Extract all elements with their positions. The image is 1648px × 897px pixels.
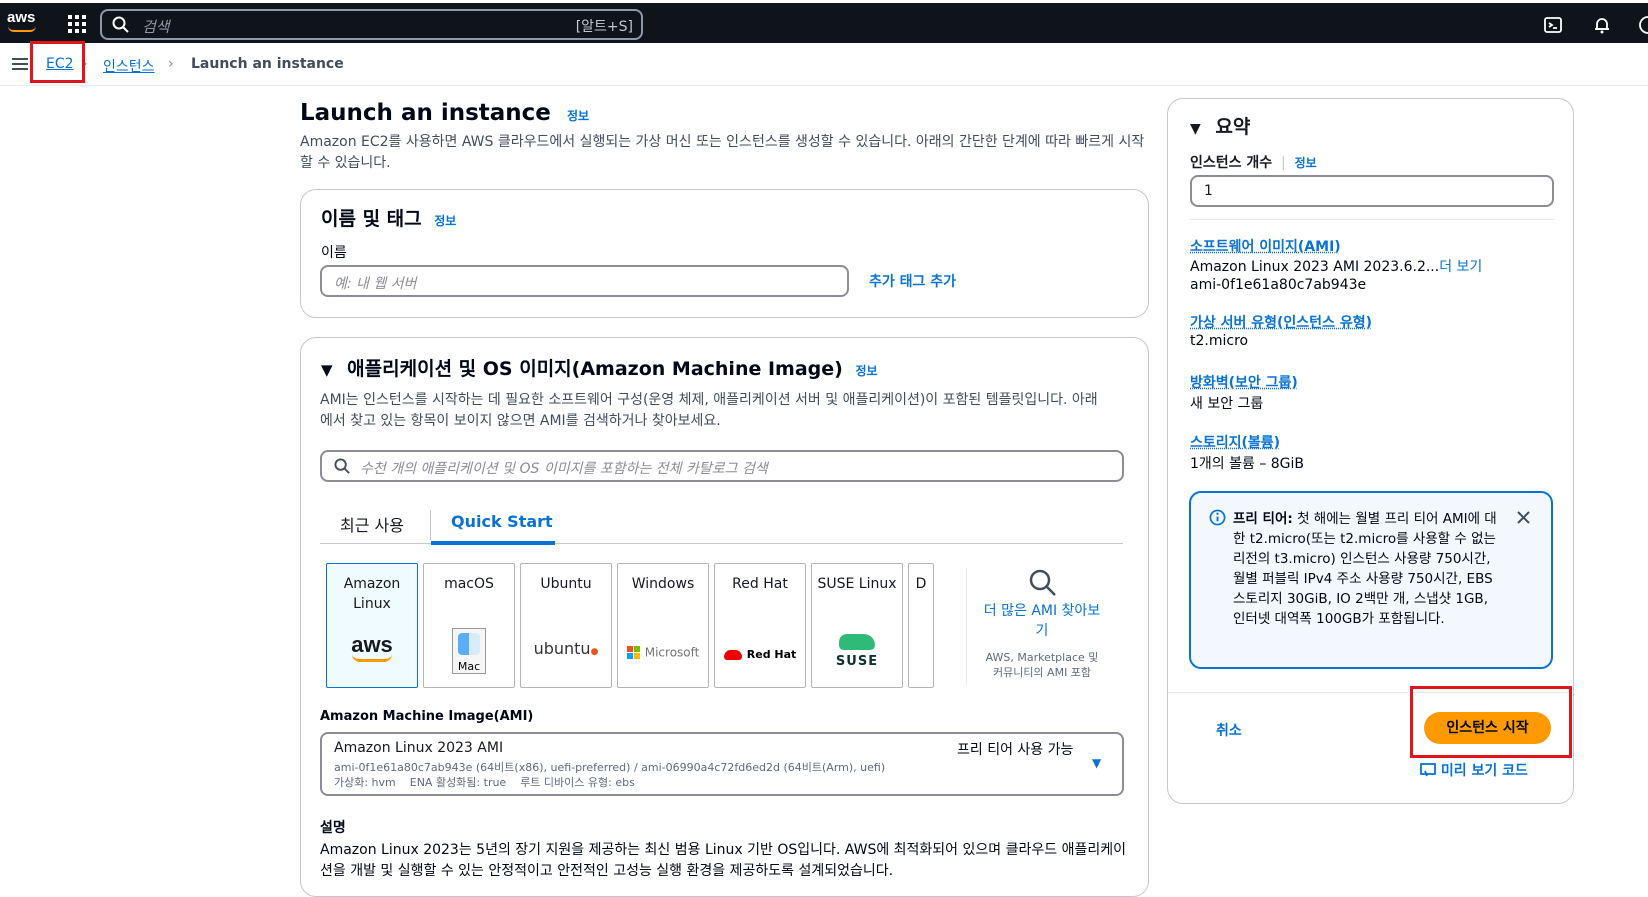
os-tile-debian[interactable]: D <box>908 563 934 688</box>
highlight-box <box>30 41 85 83</box>
free-tier-eligible: 프리 티어 사용 가능 <box>957 739 1073 759</box>
highlight-box <box>1410 686 1572 758</box>
page-description: Amazon EC2를 사용하면 AWS 클라우드에서 실행되는 가상 머신 또… <box>300 132 1150 174</box>
tab-quick-start[interactable]: Quick Start <box>451 512 553 531</box>
os-tile-label: macOS <box>424 574 514 594</box>
instance-count-label: 인스턴스 개수 | 정보 <box>1190 152 1317 172</box>
info-link[interactable]: 정보 <box>1295 156 1317 170</box>
os-tile-label: D <box>909 574 933 594</box>
ami-select-dropdown[interactable]: Amazon Linux 2023 AMI 프리 티어 사용 가능 ami-0f… <box>320 732 1124 796</box>
os-tile-label: Amazon Linux <box>327 574 417 614</box>
ami-summary-link[interactable]: 소프트웨어 이미지(AMI) <box>1190 236 1341 256</box>
search-shortcut: [알트+S] <box>576 16 633 36</box>
info-link[interactable]: 정보 <box>567 109 589 123</box>
page-title: Launch an instance 정보 <box>300 100 589 126</box>
browse-more-ami-sub: AWS, Marketplace 및 커뮤니티의 AMI 포함 <box>980 650 1104 680</box>
os-tile-ubuntu[interactable]: Ubuntu ubuntu● <box>520 563 612 688</box>
aws-logo-text: aws <box>7 9 35 26</box>
ami-section-title-text: 애플리케이션 및 OS 이미지(Amazon Machine Image) <box>347 358 843 380</box>
os-tile-label: Red Hat <box>715 574 805 594</box>
description-label: 설명 <box>320 817 346 837</box>
add-tags-link[interactable]: 추가 태그 추가 <box>869 271 956 291</box>
name-label: 이름 <box>321 242 347 262</box>
search-icon <box>112 16 130 34</box>
mac-finder-icon: Mac <box>424 628 514 674</box>
info-link[interactable]: 정보 <box>855 364 877 378</box>
name-tags-title: 이름 및 태그 정보 <box>321 204 456 231</box>
search-placeholder: 검색 <box>142 16 170 37</box>
global-search-input[interactable]: 검색 [알트+S] <box>100 9 643 40</box>
ami-summary-value: Amazon Linux 2023 AMI 2023.6.2...더 보기 <box>1190 256 1482 276</box>
ami-meta: 가상화: hvm ENA 활성화됨: true 루트 디바이스 유형: ebs <box>334 774 635 790</box>
chevron-right-icon: › <box>168 56 174 72</box>
breadcrumb-bar: EC2 › 인스턴스 › Launch an instance <box>0 43 1648 86</box>
top-navigation: aws 검색 [알트+S] <box>0 0 1648 43</box>
instance-count-input[interactable]: 1 <box>1190 175 1554 207</box>
name-placeholder: 예: 내 웹 서버 <box>334 273 416 293</box>
close-icon[interactable] <box>1516 510 1531 525</box>
os-tile-windows[interactable]: Windows Microsoft <box>617 563 709 688</box>
os-tile-redhat[interactable]: Red Hat Red Hat <box>714 563 806 688</box>
aws-logo[interactable]: aws <box>7 9 39 37</box>
cancel-button[interactable]: 취소 <box>1216 720 1242 740</box>
browse-more-ami-link[interactable]: 더 많은 AMI 찾아보기 <box>978 601 1106 641</box>
os-tile-label: Windows <box>618 574 708 594</box>
instance-count-value: 1 <box>1204 183 1213 199</box>
caret-down-icon: ▼ <box>321 361 333 379</box>
summary-title-text: 요약 <box>1215 116 1250 138</box>
name-tags-title-text: 이름 및 태그 <box>321 208 422 230</box>
ami-catalog-search-input[interactable]: 수천 개의 애플리케이션 및 OS 이미지를 포함하는 전체 카탈로그 검색 <box>320 450 1124 482</box>
services-grid-icon[interactable] <box>68 15 86 33</box>
ami-section-title[interactable]: ▼ 애플리케이션 및 OS 이미지(Amazon Machine Image) … <box>321 354 878 381</box>
aws-logo-icon: aws <box>327 632 417 662</box>
show-more-link[interactable]: 더 보기 <box>1439 259 1482 275</box>
ami-name: Amazon Linux 2023 AMI <box>334 740 503 756</box>
ami-ids: ami-0f1e61a80c7ab943e (64비트(x86), uefi-p… <box>334 759 885 775</box>
firewall-link[interactable]: 방화벽(보안 그룹) <box>1190 372 1298 392</box>
free-tier-alert: 프리 티어: 첫 해에는 월별 프리 티어 AMI에 대한 t2.micro(또… <box>1189 491 1553 669</box>
free-tier-text: 프리 티어: 첫 해에는 월별 프리 티어 AMI에 대한 t2.micro(또… <box>1233 509 1503 629</box>
firewall-value: 새 보안 그룹 <box>1190 393 1263 413</box>
preview-code-button[interactable]: 미리 보기 코드 <box>1420 760 1528 780</box>
info-link[interactable]: 정보 <box>434 214 456 228</box>
storage-value: 1개의 볼륨 – 8GiB <box>1190 453 1304 473</box>
os-tile-suse[interactable]: SUSE Linux SUSE <box>811 563 903 688</box>
help-icon[interactable] <box>1638 15 1648 35</box>
suse-logo-icon: SUSE <box>812 634 902 669</box>
instance-type-value: t2.micro <box>1190 333 1248 349</box>
os-tile-label: Ubuntu <box>521 574 611 594</box>
caret-down-icon: ▼ <box>1092 756 1101 770</box>
os-tile-macos[interactable]: macOS Mac <box>423 563 515 688</box>
ami-search-placeholder: 수천 개의 애플리케이션 및 OS 이미지를 포함하는 전체 카탈로그 검색 <box>360 458 768 478</box>
caret-down-icon: ▼ <box>1190 121 1201 137</box>
menu-icon[interactable] <box>12 58 28 70</box>
redhat-logo-icon: Red Hat <box>715 644 805 663</box>
ami-long-description: Amazon Linux 2023는 5년의 장기 지원을 제공하는 최신 범용… <box>320 840 1130 882</box>
ami-label: Amazon Machine Image(AMI) <box>320 709 533 724</box>
ami-description: AMI는 인스턴스를 시작하는 데 필요한 소프트웨어 구성(운영 체제, 애플… <box>320 390 1110 432</box>
notifications-bell-icon[interactable] <box>1592 15 1612 35</box>
search-icon[interactable] <box>1028 568 1058 598</box>
ubuntu-logo-icon: ubuntu● <box>521 639 611 658</box>
tab-recent[interactable]: 최근 사용 <box>340 512 404 536</box>
ami-summary-id: ami-0f1e61a80c7ab943e <box>1190 277 1366 293</box>
cloudshell-icon[interactable] <box>1543 15 1563 35</box>
divider <box>966 568 967 686</box>
breadcrumb-current: Launch an instance <box>191 56 344 72</box>
tab-separator <box>430 510 431 540</box>
page-title-text: Launch an instance <box>300 100 551 126</box>
microsoft-logo-icon: Microsoft <box>618 642 708 661</box>
active-tab-indicator <box>431 541 555 545</box>
search-icon <box>334 458 351 475</box>
os-tile-amazon-linux[interactable]: Amazon Linux aws <box>326 563 418 688</box>
storage-link[interactable]: 스토리지(볼륨) <box>1190 432 1280 452</box>
os-tile-label: SUSE Linux <box>812 574 902 594</box>
name-input[interactable]: 예: 내 웹 서버 <box>320 265 849 297</box>
breadcrumb-instances[interactable]: 인스턴스 <box>103 56 155 76</box>
instance-type-link[interactable]: 가상 서버 유형(인스턴스 유형) <box>1190 312 1372 332</box>
summary-title[interactable]: ▼ 요약 <box>1190 112 1250 139</box>
code-preview-icon <box>1420 762 1436 778</box>
divider <box>1190 219 1554 220</box>
info-circle-icon <box>1209 509 1226 526</box>
